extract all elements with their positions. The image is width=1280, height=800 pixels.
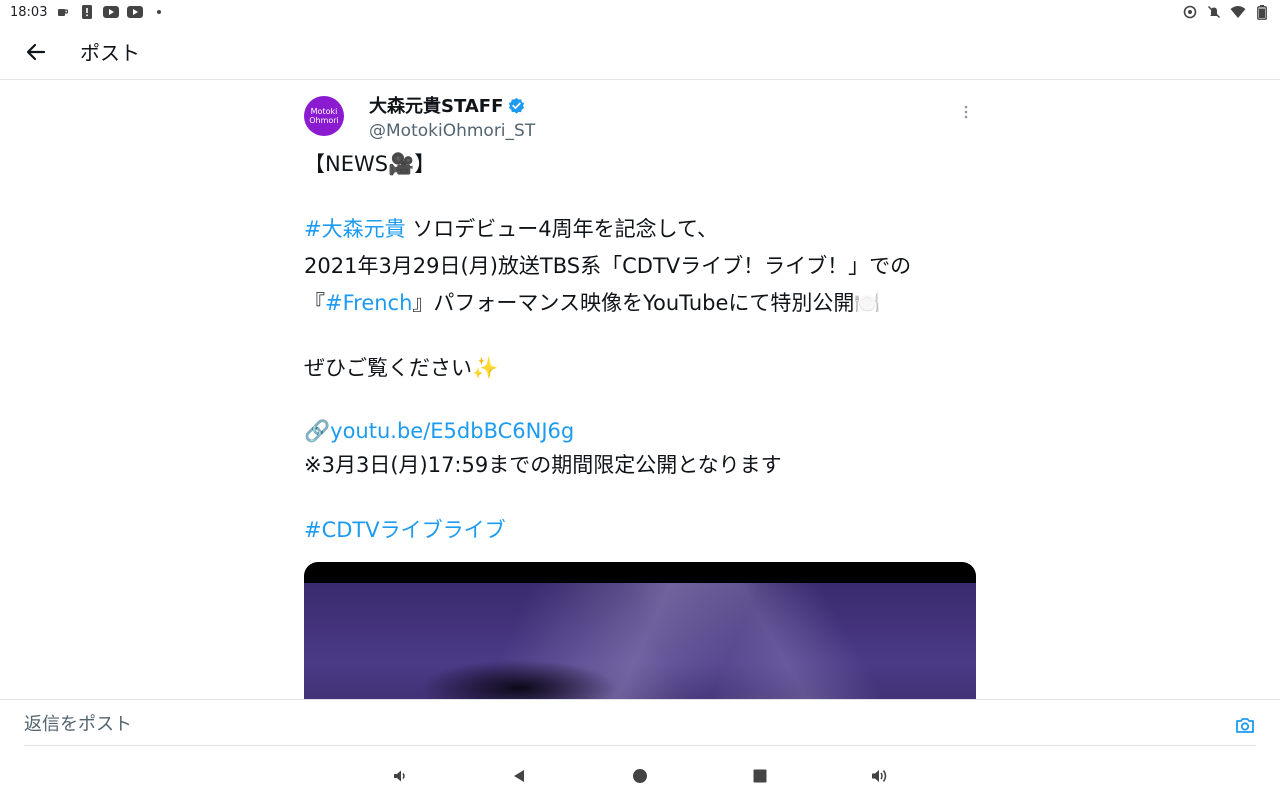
hashtag-link[interactable]: #大森元貴 <box>304 217 406 241</box>
line-text: ソロデビュー4周年を記念して、 <box>405 217 718 241</box>
video-frame <box>304 583 976 712</box>
author-block: 大森元貴STAFF @MotokiOhmori_ST <box>369 92 535 141</box>
author-name-row[interactable]: 大森元貴STAFF <box>369 92 535 118</box>
battery-icon <box>1254 4 1270 20</box>
home-nav-button[interactable] <box>630 766 650 786</box>
back-button[interactable] <box>8 24 64 80</box>
status-left: 18:03 <box>10 4 167 20</box>
camera-button[interactable] <box>1234 714 1256 736</box>
recents-nav-button[interactable] <box>750 766 770 786</box>
page-title: ポスト <box>80 41 140 65</box>
avatar-text-2: Ohmori <box>309 116 339 125</box>
reply-input[interactable]: 返信をポスト <box>24 700 1256 746</box>
dot-icon <box>151 4 167 20</box>
link-icon: 🔗 <box>304 419 331 443</box>
tweet-header: Motoki Ohmori 大森元貴STAFF @MotokiOhmori_ST <box>304 88 976 146</box>
volume-up-button[interactable] <box>870 766 890 786</box>
reply-bar: 返信をポスト <box>0 699 1280 747</box>
verified-badge-icon <box>508 97 525 114</box>
volume-down-button[interactable] <box>390 766 410 786</box>
status-right <box>1182 4 1270 20</box>
square-recents-icon <box>753 769 767 783</box>
volume-up-icon <box>872 770 887 782</box>
mute-icon <box>1206 4 1222 20</box>
line-text: 』パフォーマンス映像をYouTubeにて特別公開🍽️ <box>412 291 881 315</box>
media-thumbnail[interactable] <box>304 562 976 712</box>
tweet: Motoki Ohmori 大森元貴STAFF @MotokiOhmori_ST… <box>304 88 976 549</box>
volume-down-icon <box>394 770 405 782</box>
camera-icon <box>1236 718 1254 733</box>
system-nav-bar <box>0 752 1280 800</box>
hashtag-link[interactable]: #CDTVライブライブ <box>304 518 506 542</box>
youtube-icon <box>103 4 120 20</box>
avatar[interactable]: Motoki Ohmori <box>304 96 344 136</box>
more-options-button[interactable] <box>956 102 976 122</box>
tweet-line: 🔗youtu.be/E5dbBC6NJ6g <box>304 415 976 447</box>
status-bar: 18:03 <box>0 0 1280 24</box>
line-text: 『 <box>304 291 325 315</box>
back-nav-button[interactable] <box>509 766 529 786</box>
line-text: ※3月3日(月)17:59までの期間限定公開となります <box>304 453 782 477</box>
data-saver-icon <box>1182 4 1198 20</box>
tweet-line: 『#French』パフォーマンス映像をYouTubeにて特別公開🍽️ <box>304 285 976 322</box>
tweet-line: #CDTVライブライブ <box>304 512 976 549</box>
hashtag-link[interactable]: #French <box>325 291 412 315</box>
tweet-line: ぜひご覧ください✨ <box>304 350 976 387</box>
triangle-back-icon <box>514 770 524 782</box>
arrow-left-icon <box>26 43 46 60</box>
tweet-line: 2021年3月29日(月)放送TBS系「CDTVライブ！ライブ！」での <box>304 248 976 285</box>
status-time: 18:03 <box>10 4 48 20</box>
app-bar: ポスト <box>0 24 1280 80</box>
tweet-line: ※3月3日(月)17:59までの期間限定公開となります <box>304 447 976 484</box>
author-handle[interactable]: @MotokiOhmori_ST <box>369 121 535 141</box>
author-name: 大森元貴STAFF <box>369 96 504 117</box>
tweet-line: #大森元貴 ソロデビュー4周年を記念して、 <box>304 211 976 248</box>
tweet-text: 【NEWS🎥】 #大森元貴 ソロデビュー4周年を記念して、 2021年3月29日… <box>304 146 976 549</box>
line-text: ぜひご覧ください✨ <box>304 356 499 380</box>
youtube-icon <box>127 4 144 20</box>
circle-home-icon <box>633 769 647 783</box>
line-text: 2021年3月29日(月)放送TBS系「CDTVライブ！ライブ！」での <box>304 254 912 278</box>
more-vertical-icon <box>964 105 968 119</box>
avatar-text-1: Motoki <box>310 107 338 116</box>
tweet-line: 【NEWS🎥】 <box>304 146 976 183</box>
youtube-link[interactable]: youtu.be/E5dbBC6NJ6g <box>330 419 574 443</box>
news-heading: 【NEWS🎥】 <box>304 152 436 176</box>
coffee-icon <box>55 4 71 20</box>
wifi-icon <box>1230 4 1246 20</box>
alert-icon <box>79 4 95 20</box>
